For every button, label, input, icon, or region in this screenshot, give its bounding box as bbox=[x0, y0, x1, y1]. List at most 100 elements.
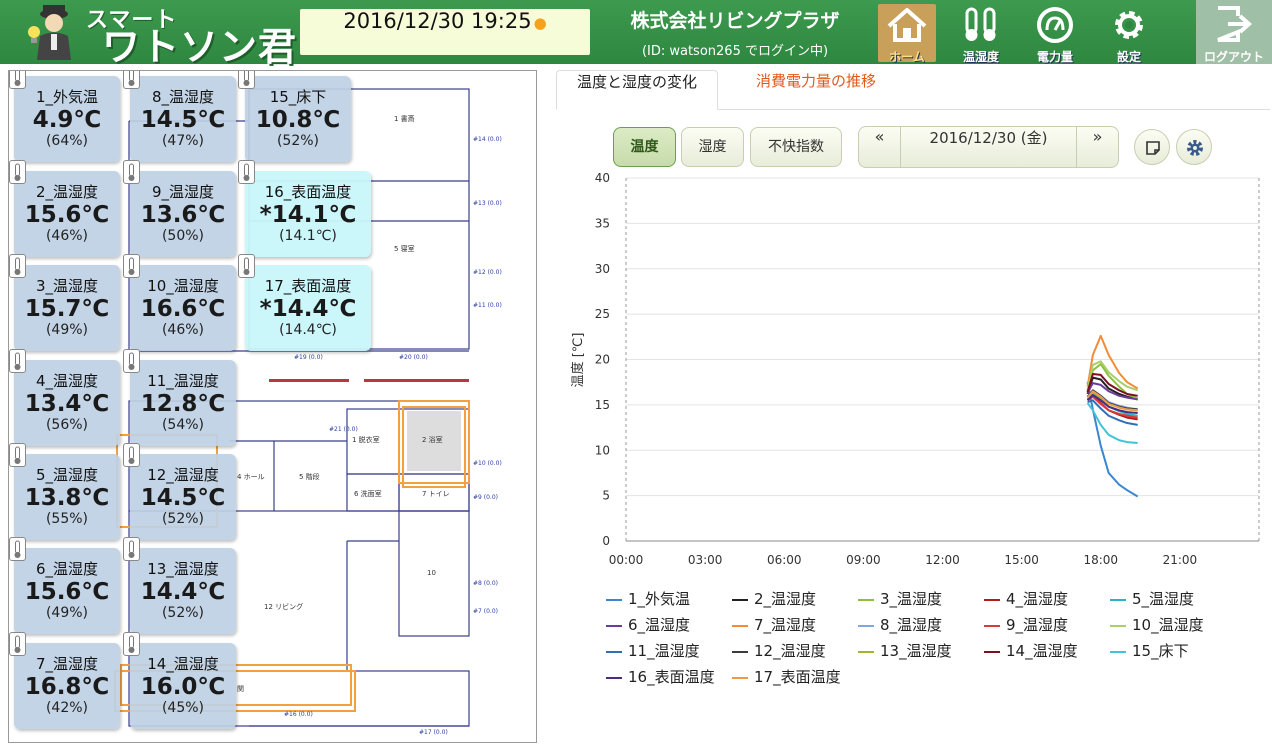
legend-swatch bbox=[858, 598, 874, 601]
nav-settings-label: 設定 bbox=[1116, 50, 1141, 64]
legend-label: 6_温湿度 bbox=[628, 616, 691, 634]
chart-settings-button[interactable] bbox=[1176, 129, 1212, 165]
legend-swatch bbox=[984, 598, 1000, 601]
sensor-card[interactable]: 14_温湿度 16.0℃ (45%) bbox=[130, 643, 236, 729]
sensor-card-surface[interactable]: 16_表面温度 *14.1℃ (14.1℃) bbox=[245, 171, 371, 257]
legend-item[interactable]: 10_温湿度 bbox=[1110, 614, 1204, 636]
sensor-card[interactable]: 11_温湿度 12.8℃ (54%) bbox=[130, 360, 236, 446]
legend-label: 15_床下 bbox=[1132, 642, 1189, 660]
nav-home-label: ホーム bbox=[889, 50, 925, 64]
room-label: 10 bbox=[427, 569, 436, 577]
sensor-name: 6_温湿度 bbox=[35, 560, 99, 578]
sensor-humidity: (49%) bbox=[45, 605, 89, 621]
sensor-humidity: (56%) bbox=[45, 417, 89, 433]
sensor-marker: #7 (0.0) bbox=[473, 608, 498, 615]
sensor-card[interactable]: 9_温湿度 13.6℃ (50%) bbox=[130, 171, 236, 257]
legend-swatch bbox=[732, 676, 748, 679]
thermometer-badge-icon bbox=[238, 160, 255, 184]
sensor-marker: #17 (0.0) bbox=[419, 729, 448, 736]
sensor-card[interactable]: 10_温湿度 16.6℃ (46%) bbox=[130, 265, 236, 351]
y-axis-label: 温度 [℃] bbox=[570, 333, 586, 388]
sensor-humidity: (52%) bbox=[161, 511, 205, 527]
thermometer-badge-icon bbox=[238, 254, 255, 278]
gear-icon bbox=[1187, 140, 1203, 156]
nav-temperature-button[interactable]: 温湿度 bbox=[952, 4, 1010, 64]
sensor-humidity: (45%) bbox=[161, 700, 205, 716]
room-label: 5 階段 bbox=[299, 472, 320, 481]
nav-power-button[interactable]: 電力量 bbox=[1026, 4, 1084, 64]
sensor-card[interactable]: 3_温湿度 15.7℃ (49%) bbox=[14, 265, 120, 351]
legend-label: 17_表面温度 bbox=[754, 668, 841, 686]
sensor-card[interactable]: 4_温湿度 13.4℃ (56%) bbox=[14, 360, 120, 446]
legend-item[interactable]: 11_温湿度 bbox=[606, 640, 700, 662]
legend-item[interactable]: 13_温湿度 bbox=[858, 640, 952, 662]
sensor-name: 4_温湿度 bbox=[35, 372, 99, 390]
sensor-marker: #21 (0.0) bbox=[329, 426, 358, 433]
tab-temperature-humidity[interactable]: 温度と湿度の変化 bbox=[556, 70, 719, 110]
sensor-marker: #12 (0.0) bbox=[473, 269, 502, 276]
legend-item[interactable]: 8_温湿度 bbox=[858, 614, 942, 636]
sensor-humidity: (46%) bbox=[161, 322, 205, 338]
note-button[interactable] bbox=[1134, 129, 1170, 165]
x-tick-label: 09:00 bbox=[846, 553, 881, 567]
sensor-temperature: 14.5℃ bbox=[140, 485, 226, 511]
sensor-marker: #20 (0.0) bbox=[399, 354, 428, 361]
temperature-toggle-button[interactable]: 温度 bbox=[613, 127, 676, 167]
legend-label: 10_温湿度 bbox=[1132, 616, 1204, 634]
legend-item[interactable]: 12_温湿度 bbox=[732, 640, 826, 662]
legend-label: 12_温湿度 bbox=[754, 642, 826, 660]
sensor-card[interactable]: 1_外気温 4.9℃ (64%) bbox=[14, 76, 120, 162]
nav-home-button[interactable]: ホーム bbox=[878, 4, 936, 64]
legend-item[interactable]: 17_表面温度 bbox=[732, 666, 841, 688]
legend-item[interactable]: 14_温湿度 bbox=[984, 640, 1078, 662]
thermometer-badge-icon bbox=[123, 443, 140, 467]
current-datetime: 2016/12/30 19:25 ● bbox=[300, 9, 590, 55]
legend-item[interactable]: 3_温湿度 bbox=[858, 588, 942, 610]
legend-item[interactable]: 15_床下 bbox=[1110, 640, 1189, 662]
sensor-humidity: (54%) bbox=[161, 417, 205, 433]
legend-label: 11_温湿度 bbox=[628, 642, 700, 660]
sensor-card[interactable]: 2_温湿度 15.6℃ (46%) bbox=[14, 171, 120, 257]
room-label: 関 bbox=[237, 685, 244, 693]
sensor-card-surface[interactable]: 17_表面温度 *14.4℃ (14.4℃) bbox=[245, 265, 371, 351]
room-label: 2 浴室 bbox=[422, 435, 443, 444]
next-day-button[interactable]: » bbox=[1076, 127, 1118, 167]
legend-item[interactable]: 2_温湿度 bbox=[732, 588, 816, 610]
legend-item[interactable]: 4_温湿度 bbox=[984, 588, 1068, 610]
legend-item[interactable]: 16_表面温度 bbox=[606, 666, 715, 688]
sensor-name: 12_温湿度 bbox=[147, 466, 219, 484]
sensor-card[interactable]: 13_温湿度 14.4℃ (52%) bbox=[130, 548, 236, 634]
sensor-card[interactable]: 12_温湿度 14.5℃ (52%) bbox=[130, 454, 236, 540]
humidity-toggle-button[interactable]: 湿度 bbox=[681, 127, 744, 167]
legend-swatch bbox=[606, 624, 622, 627]
thermometer-badge-icon bbox=[9, 632, 26, 656]
sensor-card[interactable]: 6_温湿度 15.6℃ (49%) bbox=[14, 548, 120, 634]
legend-item[interactable]: 7_温湿度 bbox=[732, 614, 816, 636]
sensor-card[interactable]: 7_温湿度 16.8℃ (42%) bbox=[14, 643, 120, 729]
thermometer-badge-icon bbox=[123, 254, 140, 278]
sensor-humidity: (64%) bbox=[45, 133, 89, 149]
thermometer-icon bbox=[965, 7, 996, 41]
legend-swatch bbox=[606, 676, 622, 679]
room-label: 7 トイレ bbox=[422, 490, 450, 498]
sensor-card[interactable]: 15_床下 10.8℃ (52%) bbox=[245, 76, 351, 162]
previous-day-button[interactable]: « bbox=[859, 127, 901, 167]
logout-button[interactable]: ログアウト bbox=[1196, 0, 1272, 64]
sensor-temperature: 16.0℃ bbox=[140, 674, 226, 700]
sensor-temperature: 10.8℃ bbox=[255, 107, 341, 133]
legend-swatch bbox=[858, 650, 874, 653]
legend-item[interactable]: 5_温湿度 bbox=[1110, 588, 1194, 610]
legend-label: 14_温湿度 bbox=[1006, 642, 1078, 660]
tab-power-consumption[interactable]: 消費電力量の推移 bbox=[736, 70, 896, 110]
legend-item[interactable]: 6_温湿度 bbox=[606, 614, 690, 636]
sensor-humidity: (52%) bbox=[276, 133, 320, 149]
discomfort-index-button[interactable]: 不快指数 bbox=[750, 127, 842, 167]
nav-settings-button[interactable]: 設定 bbox=[1100, 4, 1158, 64]
sensor-card[interactable]: 8_温湿度 14.5℃ (47%) bbox=[130, 76, 236, 162]
legend-item[interactable]: 9_温湿度 bbox=[984, 614, 1068, 636]
sensor-card[interactable]: 5_温湿度 13.8℃ (55%) bbox=[14, 454, 120, 540]
x-tick-label: 21:00 bbox=[1163, 553, 1198, 567]
legend-item[interactable]: 1_外気温 bbox=[606, 588, 690, 610]
thermometer-badge-icon bbox=[238, 71, 255, 89]
company-name: 株式会社リビングプラザ bbox=[630, 10, 840, 32]
